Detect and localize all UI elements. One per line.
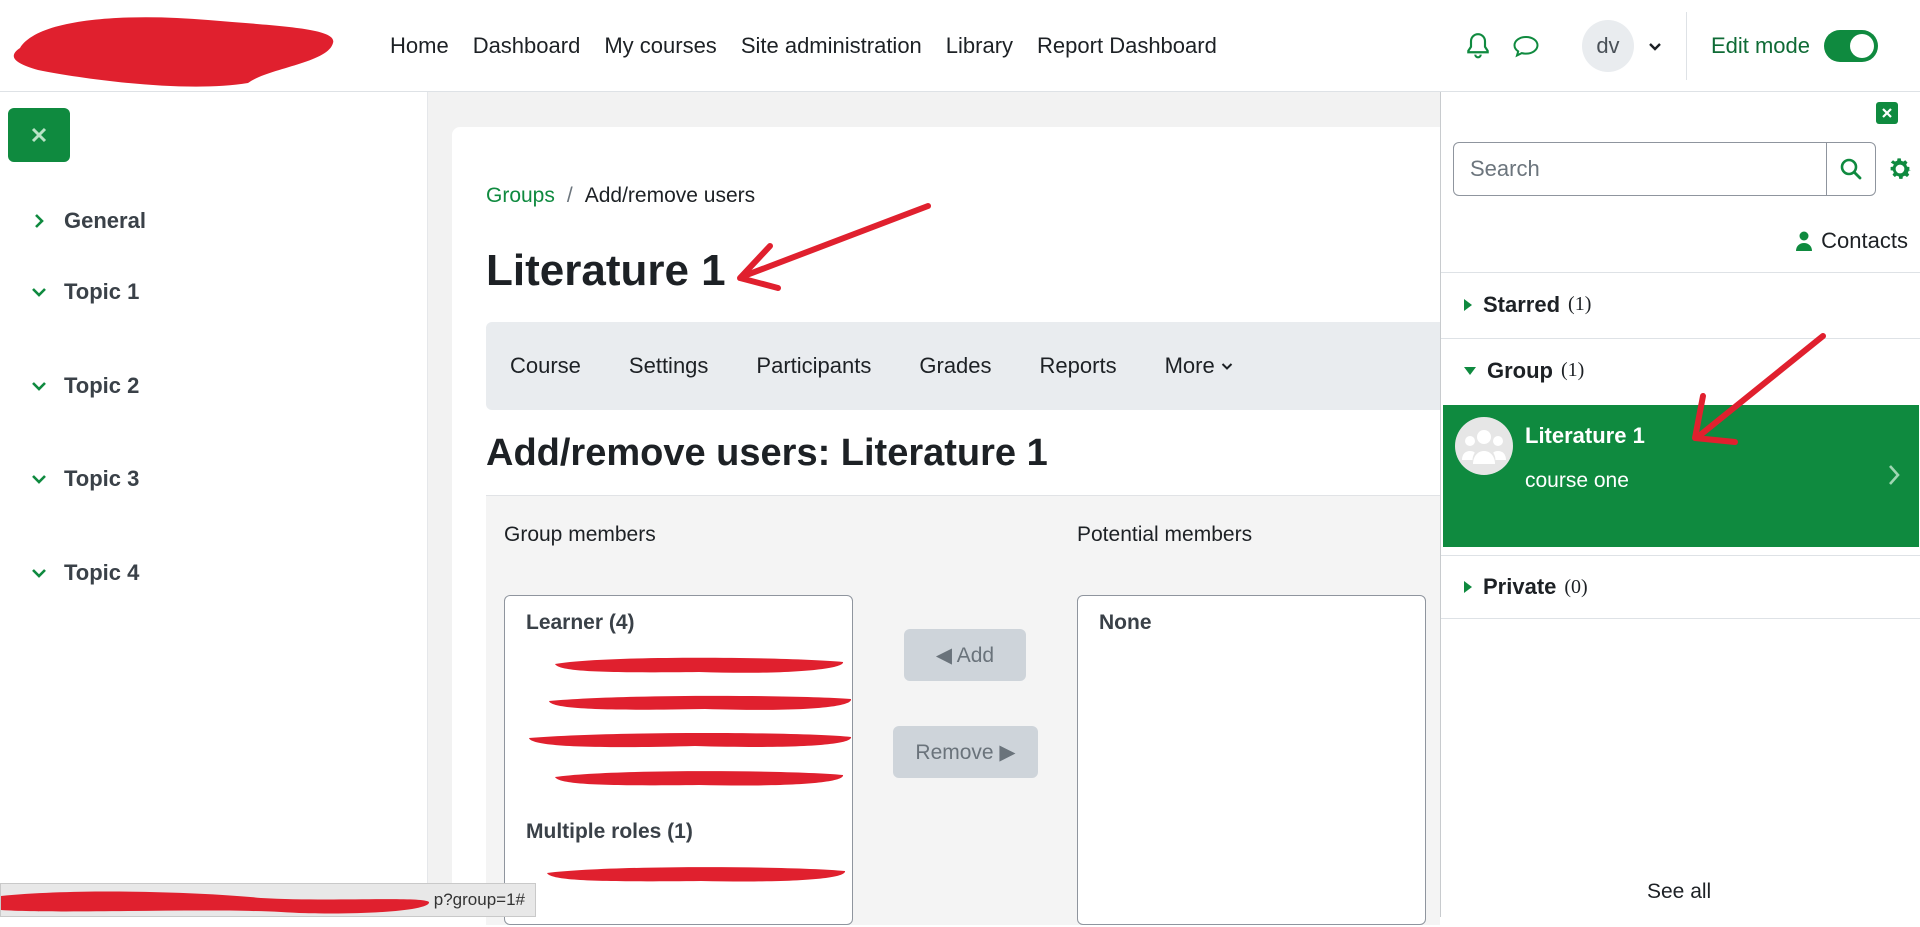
close-icon (1882, 108, 1892, 118)
chevron-down-icon (1221, 362, 1232, 370)
messaging-settings-gear-icon[interactable] (1885, 154, 1915, 184)
tab-more-label: More (1164, 353, 1215, 378)
group-members-select[interactable]: Learner (4) Multiple roles (1) (504, 595, 853, 925)
messaging-drawer: Contacts Starred (1) Group (1) Literatur… (1440, 92, 1920, 917)
tab-course[interactable]: Course (510, 353, 581, 379)
nav-dashboard[interactable]: Dashboard (473, 33, 581, 59)
course-section-topic-3[interactable]: Topic 3 (30, 466, 139, 492)
primary-navigation: Home Dashboard My courses Site administr… (390, 0, 1241, 92)
group-label: Group (1487, 357, 1553, 383)
browser-status-bar: p?group=1# (0, 883, 536, 917)
group-avatar-icon (1455, 417, 1513, 475)
navbar-divider (1685, 12, 1687, 80)
messaging-section-starred[interactable]: Starred (1) (1441, 272, 1920, 336)
edit-mode-toggle[interactable] (1824, 30, 1878, 62)
redacted-member-4[interactable] (549, 766, 849, 788)
private-label: Private (1483, 574, 1557, 599)
messages-chat-icon[interactable] (1510, 30, 1542, 62)
messaging-search-input[interactable] (1453, 142, 1827, 196)
redacted-member-1[interactable] (549, 653, 849, 675)
starred-label: Starred (1483, 291, 1561, 317)
course-section-label: General (64, 208, 146, 233)
caret-right-icon (1464, 581, 1472, 593)
course-section-topic-4[interactable]: Topic 4 (30, 560, 139, 586)
add-remove-users-heading: Add/remove users: Literature 1 (486, 432, 1048, 474)
tab-settings[interactable]: Settings (629, 353, 709, 379)
chevron-down-icon (32, 288, 46, 297)
course-secondary-navigation: Course Settings Participants Grades Repo… (486, 322, 1440, 410)
starred-count: (1) (1568, 293, 1592, 315)
tab-reports[interactable]: Reports (1040, 353, 1117, 379)
potential-members-none: None (1099, 611, 1152, 634)
group-count: (1) (1561, 359, 1585, 381)
user-avatar[interactable]: dv (1581, 20, 1634, 72)
chevron-down-icon (32, 475, 46, 484)
contacts-link[interactable]: Contacts (1795, 228, 1908, 254)
tab-participants[interactable]: Participants (756, 353, 871, 379)
chevron-right-icon (1889, 465, 1900, 485)
chevron-right-icon (35, 214, 44, 228)
nav-library[interactable]: Library (946, 33, 1013, 59)
course-section-label: Topic 1 (64, 279, 140, 304)
redacted-member-3[interactable] (525, 728, 855, 750)
status-url-text: p?group=1# (433, 890, 525, 909)
course-section-topic-1[interactable]: Topic 1 (30, 279, 139, 305)
add-button[interactable]: ◀ Add (904, 629, 1026, 681)
course-index-drawer: General Topic 1 Topic 2 Topic 3 Topic 4 (0, 92, 428, 917)
page-title: Literature 1 (486, 246, 726, 295)
tab-more[interactable]: More (1165, 353, 1233, 379)
see-all-link[interactable]: See all (1647, 880, 1711, 904)
user-icon (1796, 231, 1813, 251)
course-section-label: Topic 2 (64, 373, 140, 398)
course-section-label: Topic 4 (64, 560, 140, 585)
chevron-down-icon (32, 382, 46, 391)
tab-grades[interactable]: Grades (919, 353, 991, 379)
breadcrumb-separator: / (566, 184, 573, 207)
optgroup-multiple-roles: Multiple roles (1) (526, 820, 693, 843)
nav-report-dashboard[interactable]: Report Dashboard (1037, 33, 1217, 59)
redacted-member-2[interactable] (545, 691, 855, 713)
messaging-section-group[interactable]: Group (1) (1441, 338, 1920, 402)
group-conversation-name: Literature 1 (1525, 423, 1645, 448)
search-icon (1840, 158, 1862, 180)
caret-down-icon (1464, 366, 1476, 375)
breadcrumb-groups-link[interactable]: Groups (486, 184, 555, 208)
top-navbar: Home Dashboard My courses Site administr… (0, 0, 1920, 92)
edit-mode-label: Edit mode (1710, 33, 1810, 58)
remove-button[interactable]: Remove ▶ (893, 726, 1038, 778)
messaging-section-private[interactable]: Private (0) (1441, 555, 1920, 619)
redacted-logo (13, 17, 334, 87)
navbar-user-area: dv Edit mode (1462, 0, 1920, 92)
redacted-member-5[interactable] (541, 862, 851, 884)
close-icon (31, 127, 47, 143)
close-messaging-drawer-button[interactable] (1876, 102, 1898, 124)
caret-right-icon (1464, 298, 1472, 311)
group-members-label: Group members (504, 523, 656, 546)
contacts-label: Contacts (1821, 228, 1908, 253)
optgroup-learner: Learner (4) (526, 611, 635, 634)
notifications-bell-icon[interactable] (1462, 30, 1494, 62)
course-section-label: Topic 3 (64, 466, 140, 491)
close-course-index-button[interactable] (8, 108, 70, 162)
messaging-search-button[interactable] (1826, 142, 1876, 196)
group-conversation-subtitle: course one (1525, 469, 1629, 492)
user-menu-chevron-down-icon[interactable] (1648, 36, 1662, 57)
nav-site-administration[interactable]: Site administration (741, 33, 922, 59)
course-section-topic-2[interactable]: Topic 2 (30, 373, 139, 399)
redacted-url (1, 891, 430, 914)
potential-members-select[interactable]: None (1077, 595, 1426, 925)
nav-my-courses[interactable]: My courses (604, 33, 716, 59)
nav-home[interactable]: Home (390, 33, 449, 59)
private-count: (0) (1564, 575, 1588, 598)
chevron-down-icon (32, 569, 46, 578)
potential-members-label: Potential members (1077, 523, 1253, 546)
breadcrumb-current: Add/remove users (584, 184, 756, 207)
breadcrumb: Groups / Add/remove users (486, 184, 755, 208)
course-section-general[interactable]: General (30, 208, 146, 234)
group-conversation-item[interactable]: Literature 1 course one (1443, 405, 1919, 547)
